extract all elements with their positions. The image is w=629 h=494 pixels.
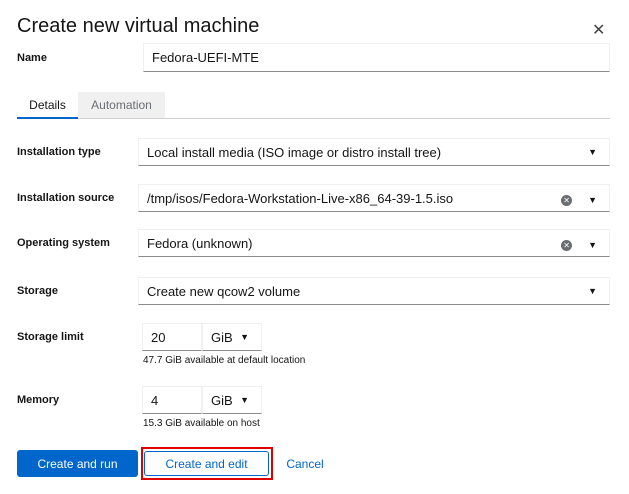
name-input[interactable]: Fedora-UEFI-MTE: [143, 43, 610, 72]
operating-system-label: Operating system: [17, 237, 110, 249]
tab-automation-label: Automation: [91, 98, 152, 112]
memory-label: Memory: [17, 394, 60, 406]
tab-details-label: Details: [29, 97, 66, 112]
tab-automation[interactable]: Automation: [78, 92, 165, 118]
installation-source-select[interactable]: /tmp/isos/Fedora-Workstation-Live-x86_64…: [138, 184, 610, 212]
caret-down-icon: ▼: [588, 147, 597, 157]
caret-down-icon: ▼: [588, 286, 597, 296]
name-label: Name: [17, 52, 47, 64]
operating-system-value: Fedora (unknown): [147, 235, 253, 251]
installation-type-value: Local install media (ISO image or distro…: [147, 144, 442, 160]
installation-type-label: Installation type: [17, 146, 101, 158]
tab-details[interactable]: Details: [17, 92, 78, 119]
memory-unit-value: GiB: [211, 392, 233, 408]
close-icon[interactable]: ✕: [592, 20, 605, 40]
tab-bar: Details Automation: [17, 92, 610, 119]
storage-select[interactable]: Create new qcow2 volume ▼: [138, 277, 610, 305]
clear-icon[interactable]: ✕: [561, 194, 573, 206]
storage-label: Storage: [17, 285, 58, 297]
storage-help-text: 47.7 GiB available at default location: [143, 355, 306, 366]
storage-limit-label: Storage limit: [17, 331, 84, 343]
memory-value: 4: [151, 392, 159, 408]
memory-input[interactable]: 4: [142, 386, 202, 414]
installation-source-label: Installation source: [17, 192, 115, 204]
storage-value: Create new qcow2 volume: [147, 283, 301, 299]
storage-unit-value: GiB: [211, 329, 233, 345]
memory-unit-select[interactable]: GiB ▼: [202, 386, 262, 414]
caret-down-icon: ▼: [588, 194, 597, 205]
caret-down-icon: ▼: [240, 332, 249, 342]
installation-source-value: /tmp/isos/Fedora-Workstation-Live-x86_64…: [147, 190, 454, 206]
cancel-button[interactable]: Cancel: [280, 450, 330, 477]
memory-help-text: 15.3 GiB available on host: [143, 418, 260, 429]
clear-icon[interactable]: ✕: [561, 239, 573, 251]
caret-down-icon: ▼: [240, 395, 249, 405]
storage-limit-value: 20: [151, 329, 166, 345]
create-and-run-button[interactable]: Create and run: [17, 450, 138, 477]
storage-limit-input[interactable]: 20: [142, 323, 202, 351]
dialog-title: Create new virtual machine: [17, 15, 260, 37]
caret-down-icon: ▼: [588, 239, 597, 250]
create-and-edit-button[interactable]: Create and edit: [144, 451, 269, 476]
name-value: Fedora-UEFI-MTE: [152, 50, 259, 65]
operating-system-select[interactable]: Fedora (unknown) ✕ ▼: [138, 229, 610, 257]
storage-unit-select[interactable]: GiB ▼: [202, 323, 262, 351]
installation-type-select[interactable]: Local install media (ISO image or distro…: [138, 138, 610, 166]
